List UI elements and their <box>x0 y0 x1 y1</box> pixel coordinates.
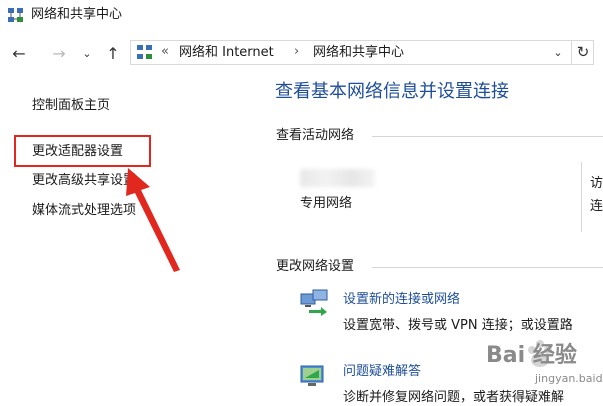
address-dropdown-icon[interactable]: ⌄ <box>548 41 568 64</box>
watermark-text: Bai 经验 <box>486 343 577 368</box>
network-center-icon <box>8 8 23 22</box>
back-button[interactable]: ← <box>9 44 29 64</box>
breadcrumb-overflow-icon[interactable]: « <box>161 44 169 59</box>
change-network-settings-heading: 更改网络设置 <box>276 259 355 274</box>
up-button[interactable]: ↑ <box>103 44 123 64</box>
section-divider <box>372 136 603 137</box>
title-bar: 网络和共享中心 <box>0 0 603 30</box>
forward-button[interactable]: → <box>49 44 69 64</box>
address-bar[interactable]: « 网络和 Internet › 网络和共享中心 ⌄ ↻ <box>130 40 594 65</box>
network-name-redacted <box>300 169 375 187</box>
refresh-button[interactable]: ↻ <box>573 41 593 64</box>
page-title: 查看基本网络信息并设置连接 <box>275 81 509 102</box>
recent-locations-chevron-icon[interactable]: ⌄ <box>80 44 94 64</box>
network-center-icon <box>137 45 152 59</box>
network-setup-icon <box>300 289 328 316</box>
network-type-label: 专用网络 <box>300 196 353 211</box>
breadcrumb-network-internet[interactable]: 网络和 Internet <box>179 45 274 61</box>
breadcrumb-separator-icon[interactable]: › <box>294 44 299 59</box>
troubleshoot-icon <box>300 365 324 386</box>
annotation-arrow-icon <box>126 168 180 272</box>
network-sharing-center-window: 网络和共享中心 ← → ⌄ ↑ « 网络和 Internet › 网络和共享中心… <box>0 0 603 406</box>
setup-connection-link[interactable]: 设置新的连接或网络 <box>343 291 460 308</box>
section-divider <box>372 267 603 268</box>
address-divider <box>571 41 572 64</box>
control-panel-home-link[interactable]: 控制面板主页 <box>32 97 110 114</box>
access-type-label: 访 <box>590 176 603 191</box>
connections-label: 连 <box>590 199 603 214</box>
watermark-url: jingyan.baidu.com <box>535 372 603 385</box>
window-title: 网络和共享中心 <box>31 7 123 22</box>
active-networks-heading: 查看活动网络 <box>276 128 355 143</box>
troubleshoot-link[interactable]: 问题疑难解答 <box>343 363 421 380</box>
annotation-highlight-box <box>14 135 151 167</box>
troubleshoot-description: 诊断并修复网络问题，或者获得疑难解 <box>343 390 565 405</box>
network-column-divider <box>581 162 582 232</box>
breadcrumb-sharing-center[interactable]: 网络和共享中心 <box>313 45 404 61</box>
